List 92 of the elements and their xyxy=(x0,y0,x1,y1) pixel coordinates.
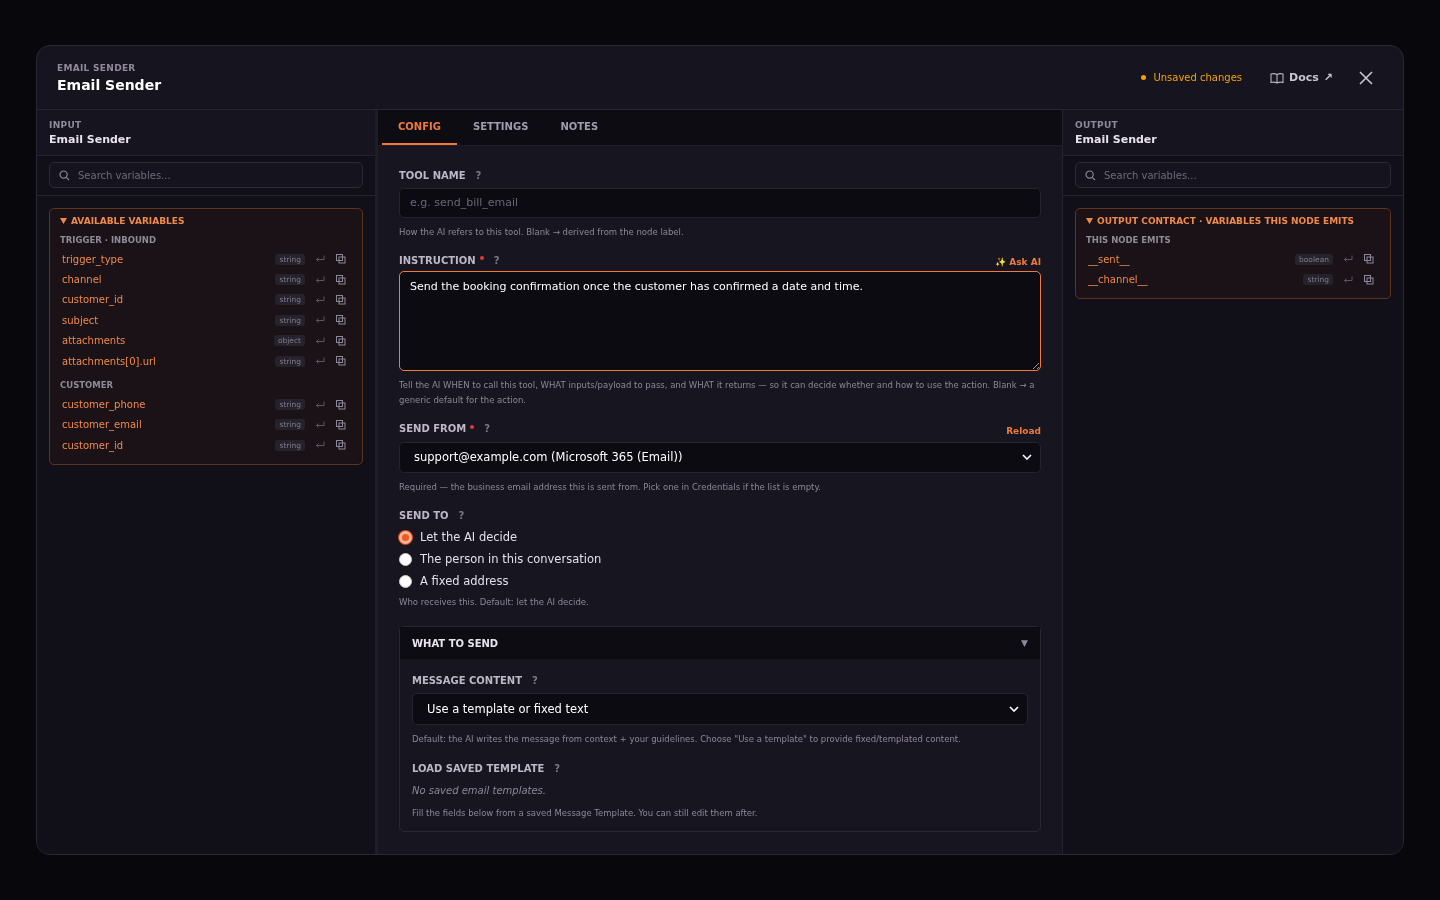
message-content-select[interactable]: Use a template or fixed text xyxy=(412,693,1028,726)
copy-icon[interactable] xyxy=(336,335,346,346)
field-hint: Tell the AI WHEN to call this tool, WHAT inputs/payload to pass, and WHAT it returns — so it can decide whether and how to use the action. Blank → a generic default for the action. xyxy=(399,379,1036,408)
close-button[interactable] xyxy=(1359,70,1373,85)
variable-name[interactable]: __sent__ xyxy=(1088,253,1295,265)
copy-icon[interactable] xyxy=(336,440,346,451)
help-icon[interactable]: ? xyxy=(532,674,538,686)
ask-ai-link[interactable]: ✨ Ask AI xyxy=(995,257,1041,268)
field-hint: Fill the fields below from a saved Message Template. You can still edit them after. xyxy=(412,807,759,821)
insert-icon[interactable] xyxy=(315,420,325,429)
triangle-icon xyxy=(60,218,67,224)
copy-icon[interactable] xyxy=(336,254,346,265)
tab[interactable]: NOTES xyxy=(544,110,615,145)
variable-name[interactable]: attachments[0].url xyxy=(62,355,276,367)
field-hint: Required — the business email address this is sent from. Pick one in Credentials if the list is empty. xyxy=(399,480,822,494)
search-icon xyxy=(59,170,70,181)
variable-name[interactable]: __channel__ xyxy=(1088,274,1304,286)
unsaved-status: Unsaved changes xyxy=(1153,72,1242,83)
panel-eyebrow: OUTPUT xyxy=(1075,120,1119,130)
section-toggle[interactable]: OUTPUT CONTRACT · VARIABLES THIS NODE EMITS xyxy=(1086,216,1355,226)
insert-icon[interactable] xyxy=(315,255,325,264)
insert-icon[interactable] xyxy=(315,441,325,450)
copy-icon[interactable] xyxy=(336,356,346,367)
insert-icon[interactable] xyxy=(315,295,325,304)
field-label: MESSAGE CONTENT xyxy=(412,674,523,686)
group-label: CUSTOMER xyxy=(60,380,115,391)
tab[interactable]: SETTINGS xyxy=(456,110,545,145)
radio-label[interactable]: A fixed address xyxy=(420,574,509,589)
section-toggle[interactable]: AVAILABLE VARIABLES xyxy=(60,216,185,226)
insert-icon[interactable] xyxy=(315,316,325,325)
copy-icon[interactable] xyxy=(336,419,346,430)
insert-icon[interactable] xyxy=(1343,275,1353,284)
dialog-title: Email Sender xyxy=(57,76,162,93)
variable-name[interactable]: customer_id xyxy=(62,294,276,306)
field-label: INSTRUCTION xyxy=(399,254,476,266)
radio-button[interactable] xyxy=(399,552,412,566)
radio-button[interactable] xyxy=(399,530,412,544)
field-hint: Who receives this. Default: let the AI decide. xyxy=(399,596,590,610)
docs-link[interactable]: Docs ↗ xyxy=(1270,71,1333,84)
copy-icon[interactable] xyxy=(1364,254,1374,265)
accordion-header[interactable]: WHAT TO SEND ▼ xyxy=(400,627,1040,660)
field-label: LOAD SAVED TEMPLATE xyxy=(412,762,545,774)
variable-name[interactable]: customer_email xyxy=(62,419,276,431)
chevron-down-icon xyxy=(1009,706,1019,713)
dialog-eyebrow: EMAIL SENDER xyxy=(57,62,137,73)
tool-name-field[interactable]: e.g. send_bill_email xyxy=(399,188,1041,218)
send-from-select[interactable]: support@example.com (Microsoft 365 (Email)) xyxy=(399,442,1041,473)
variable-name[interactable]: customer_id xyxy=(62,439,276,451)
variable-name[interactable]: trigger_type xyxy=(62,253,276,265)
copy-icon[interactable] xyxy=(336,294,346,305)
copy-icon[interactable] xyxy=(336,399,346,410)
radio-label[interactable]: Let the AI decide xyxy=(420,530,518,545)
variable-name[interactable]: attachments xyxy=(62,335,274,347)
insert-icon[interactable] xyxy=(315,336,325,345)
insert-icon[interactable] xyxy=(315,400,325,409)
field-hint: Default: the AI writes the message from context + your guidelines. Choose "Use a template" to provide fixed/templated content. xyxy=(412,733,962,747)
triangle-icon xyxy=(1086,218,1093,224)
insert-icon[interactable] xyxy=(315,357,325,366)
panel-title: Email Sender xyxy=(49,133,132,146)
field-label: SEND FROM xyxy=(399,423,467,435)
variable-name[interactable]: channel xyxy=(62,274,276,286)
help-icon[interactable]: ? xyxy=(475,169,482,181)
group-label: TRIGGER · INBOUND xyxy=(60,235,157,245)
search-field[interactable]: Search variables... xyxy=(1075,162,1391,188)
instruction-field[interactable]: Send the booking confirmation once the customer has confirmed a date and time. xyxy=(399,271,1041,372)
search-icon xyxy=(1085,170,1096,181)
chevron-down-icon xyxy=(1022,454,1032,461)
radio-label[interactable]: The person in this conversation xyxy=(420,552,602,567)
search-field[interactable]: Search variables... xyxy=(49,162,363,188)
copy-icon[interactable] xyxy=(336,315,346,326)
book-icon xyxy=(1270,71,1284,84)
empty-message: No saved email templates. xyxy=(412,785,547,797)
radio-button[interactable] xyxy=(399,574,412,588)
variable-name[interactable]: subject xyxy=(62,314,276,326)
unsaved-dot xyxy=(1141,75,1147,80)
field-label: SEND TO xyxy=(399,509,449,521)
help-icon[interactable]: ? xyxy=(484,423,490,435)
help-icon[interactable]: ? xyxy=(458,509,465,521)
reload-link[interactable]: Reload xyxy=(1006,426,1041,436)
insert-icon[interactable] xyxy=(315,275,325,284)
field-label: TOOL NAME xyxy=(399,169,466,181)
help-icon[interactable]: ? xyxy=(493,254,500,266)
copy-icon[interactable] xyxy=(1364,274,1374,285)
insert-icon[interactable] xyxy=(1343,255,1353,264)
panel-title: Email Sender xyxy=(1075,133,1158,146)
panel-eyebrow: INPUT xyxy=(49,120,83,130)
help-icon[interactable]: ? xyxy=(554,762,561,774)
variable-name[interactable]: customer_phone xyxy=(62,399,276,411)
tab[interactable]: CONFIG xyxy=(382,110,457,145)
group-label: THIS NODE EMITS xyxy=(1086,235,1172,245)
copy-icon[interactable] xyxy=(336,274,346,285)
field-hint: How the AI refers to this tool. Blank → derived from the node label. xyxy=(399,225,685,239)
